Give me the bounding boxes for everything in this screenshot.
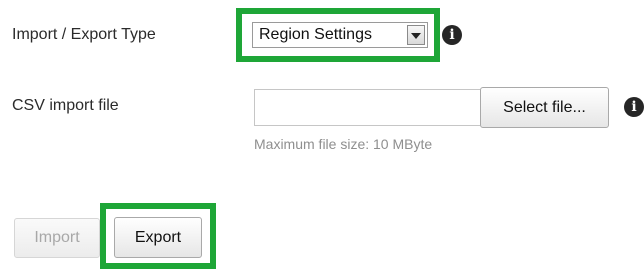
import-export-type-value: Region Settings xyxy=(259,26,372,43)
export-button[interactable]: Export xyxy=(114,217,202,258)
import-export-panel: Import / Export Type Region Settings i C… xyxy=(0,0,644,271)
info-icon[interactable]: i xyxy=(624,97,644,117)
dropdown-arrow-icon[interactable] xyxy=(407,25,425,45)
import-button[interactable]: Import xyxy=(14,218,100,258)
csv-file-path-input[interactable] xyxy=(254,89,480,126)
import-export-type-select[interactable]: Region Settings xyxy=(252,22,428,48)
csv-import-file-label: CSV import file xyxy=(12,97,119,114)
max-file-size-hint: Maximum file size: 10 MByte xyxy=(254,136,433,152)
import-export-type-label: Import / Export Type xyxy=(12,26,156,43)
select-file-button[interactable]: Select file... xyxy=(480,87,609,128)
info-icon[interactable]: i xyxy=(442,25,462,45)
